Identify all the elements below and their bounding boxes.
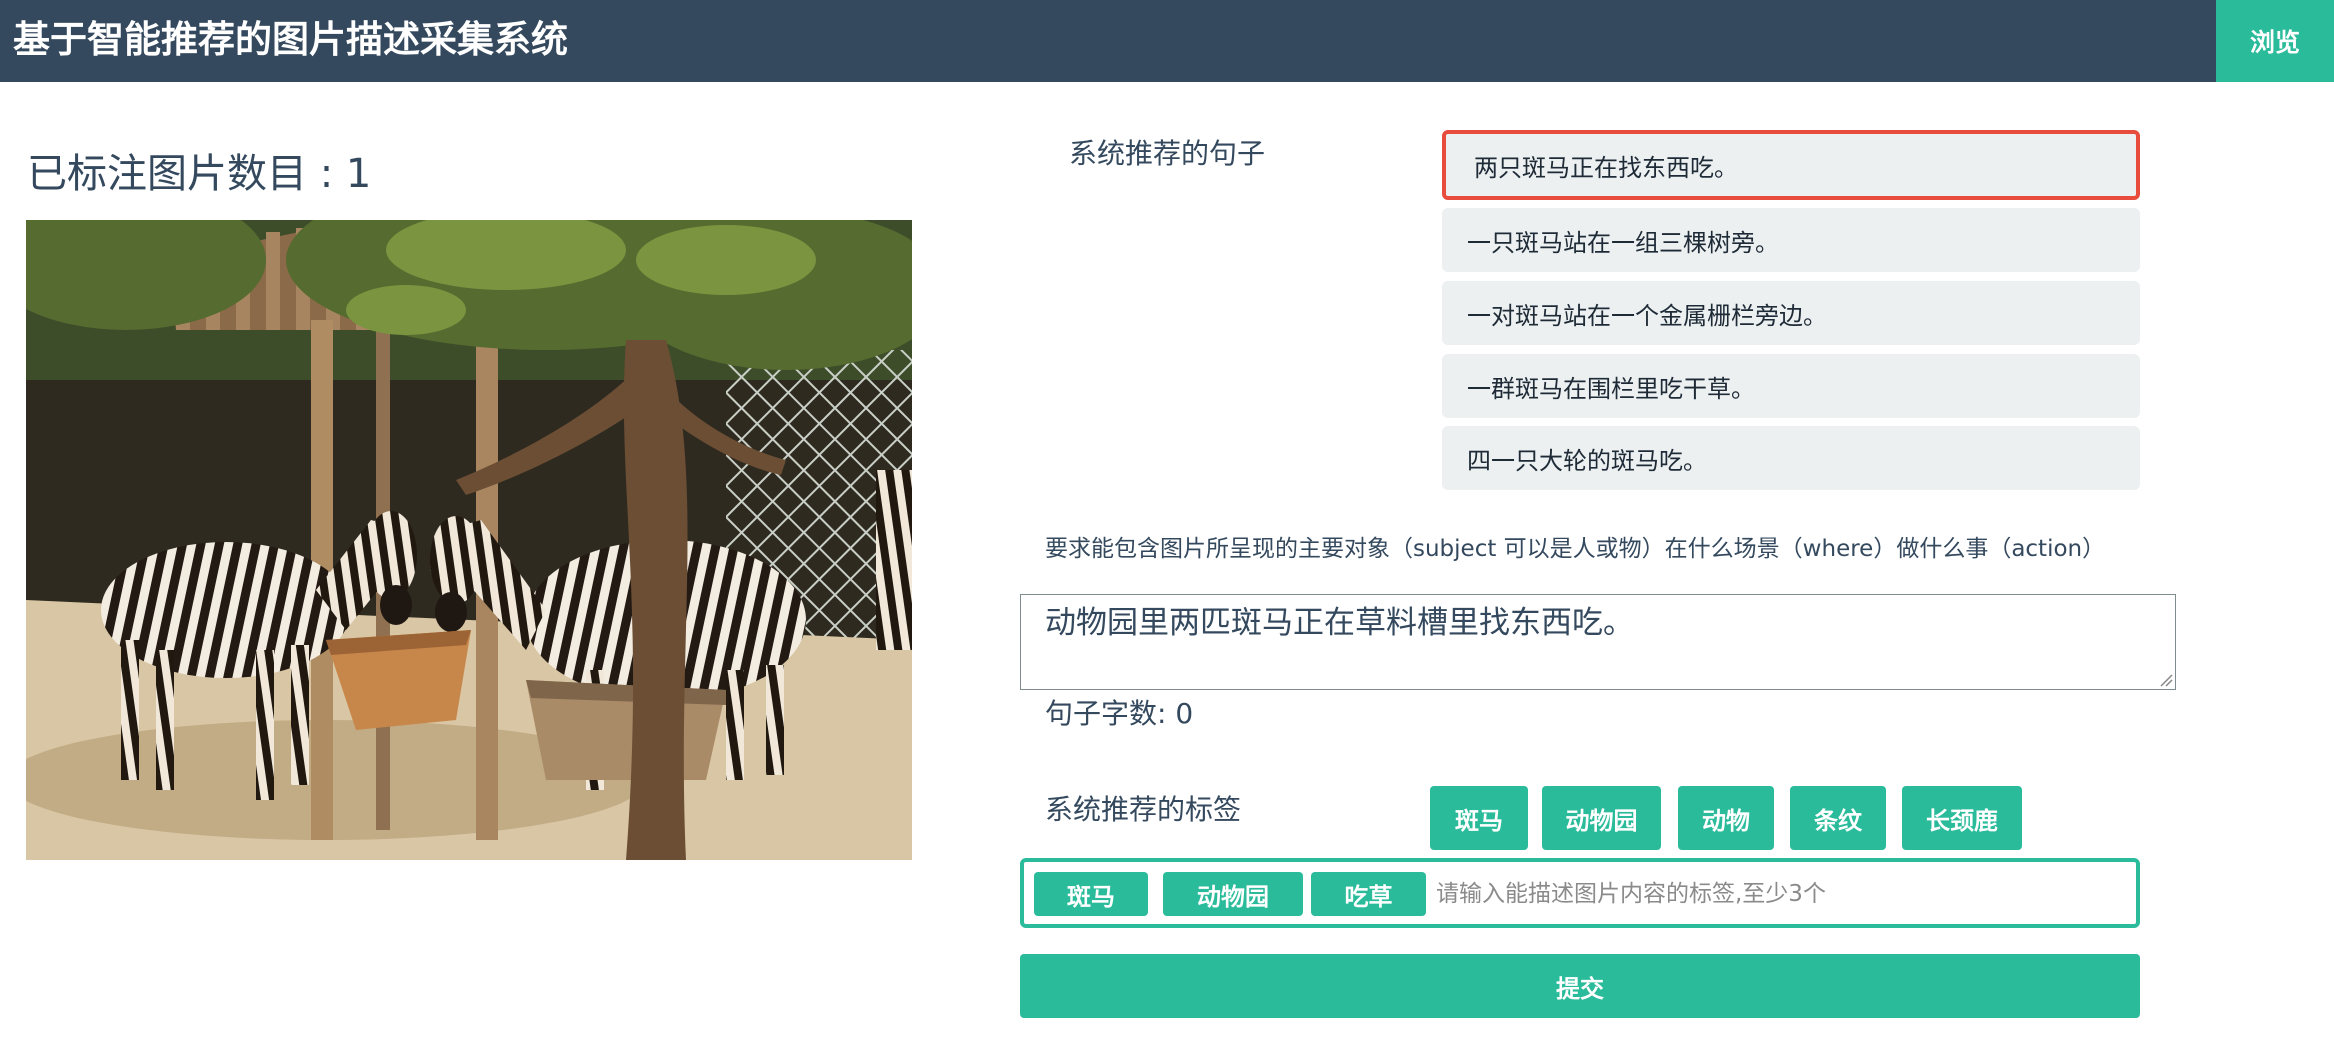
tag-input-box[interactable]: 斑马 动物园 吃草	[1020, 858, 2140, 928]
recommended-tags-title: 系统推荐的标签	[1045, 793, 1242, 826]
description-textarea[interactable]: 动物园里两匹斑马正在草料槽里找东西吃。	[1020, 594, 2176, 690]
app-title: 基于智能推荐的图片描述采集系统	[13, 18, 568, 61]
top-navbar: 基于智能推荐的图片描述采集系统 浏览	[0, 0, 2334, 82]
recommended-tag[interactable]: 动物园	[1542, 786, 1661, 850]
recommended-sentences-title: 系统推荐的句子	[1069, 137, 1266, 170]
chosen-tag[interactable]: 动物园	[1163, 872, 1303, 916]
sentence-option[interactable]: 四一只大轮的斑马吃。	[1442, 426, 2140, 490]
sentence-option-selected[interactable]: 两只斑马正在找东西吃。	[1442, 130, 2140, 200]
sentence-option[interactable]: 一对斑马站在一个金属栅栏旁边。	[1442, 281, 2140, 345]
recommended-tag[interactable]: 长颈鹿	[1902, 786, 2022, 850]
browse-button[interactable]: 浏览	[2216, 0, 2334, 82]
zebra-photo	[26, 220, 912, 860]
sentence-option[interactable]: 一群斑马在围栏里吃干草。	[1442, 354, 2140, 418]
annotated-count-label: 已标注图片数目 : 1	[27, 151, 372, 197]
description-hint: 要求能包含图片所呈现的主要对象（subject 可以是人或物）在什么场景（whe…	[1045, 536, 2106, 562]
tag-text-input[interactable]	[1436, 870, 2126, 918]
sentence-option[interactable]: 一只斑马站在一组三棵树旁。	[1442, 208, 2140, 272]
resize-handle-icon[interactable]	[2159, 673, 2173, 687]
sentence-char-count: 句子字数: 0	[1045, 697, 1194, 730]
recommended-tag[interactable]: 条纹	[1790, 786, 1886, 850]
chosen-tag[interactable]: 斑马	[1034, 872, 1148, 916]
recommended-tag[interactable]: 斑马	[1430, 786, 1528, 850]
recommended-tag[interactable]: 动物	[1678, 786, 1774, 850]
chosen-tag[interactable]: 吃草	[1311, 872, 1426, 916]
submit-button[interactable]: 提交	[1020, 954, 2140, 1018]
